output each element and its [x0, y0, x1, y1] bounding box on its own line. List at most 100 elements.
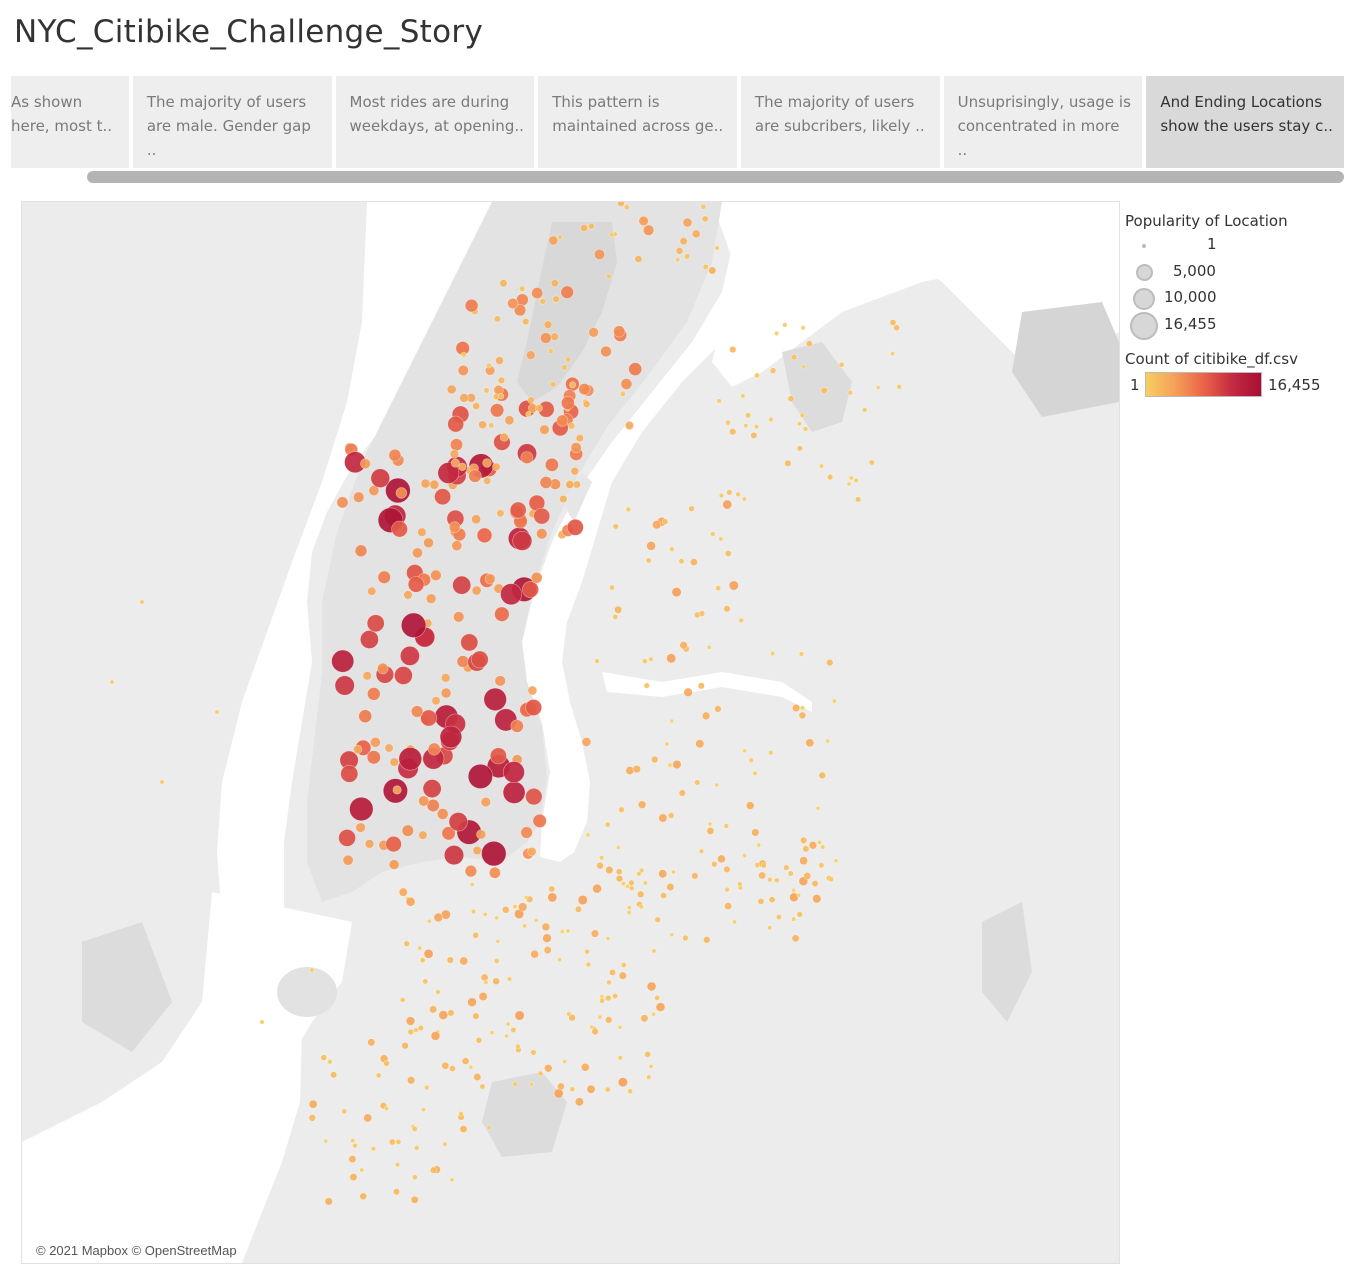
- station-marker[interactable]: [549, 381, 557, 388]
- station-marker[interactable]: [407, 576, 425, 593]
- station-marker[interactable]: [645, 557, 652, 564]
- station-marker[interactable]: [489, 1030, 495, 1036]
- station-marker[interactable]: [412, 1174, 418, 1181]
- station-marker[interactable]: [331, 649, 355, 673]
- station-marker[interactable]: [548, 235, 559, 246]
- station-marker[interactable]: [767, 925, 773, 931]
- station-marker[interactable]: [643, 682, 650, 689]
- station-marker[interactable]: [675, 246, 684, 255]
- station-marker[interactable]: [359, 630, 379, 649]
- station-marker[interactable]: [349, 796, 374, 822]
- station-marker[interactable]: [439, 725, 463, 749]
- station-marker[interactable]: [578, 383, 591, 396]
- station-marker[interactable]: [512, 530, 533, 551]
- station-marker[interactable]: [750, 431, 758, 439]
- station-marker[interactable]: [684, 253, 691, 260]
- station-marker[interactable]: [529, 1082, 534, 1087]
- station-marker[interactable]: [701, 215, 709, 223]
- station-marker[interactable]: [425, 593, 437, 604]
- station-marker[interactable]: [710, 531, 716, 537]
- station-marker[interactable]: [398, 887, 408, 897]
- station-marker[interactable]: [889, 319, 897, 326]
- station-marker[interactable]: [803, 872, 812, 880]
- station-marker[interactable]: [525, 411, 532, 418]
- station-marker[interactable]: [570, 467, 579, 476]
- station-marker[interactable]: [450, 438, 463, 452]
- station-marker[interactable]: [702, 263, 709, 270]
- station-marker[interactable]: [707, 821, 713, 827]
- station-marker[interactable]: [504, 415, 515, 426]
- station-marker[interactable]: [324, 1197, 333, 1206]
- station-marker[interactable]: [580, 1062, 590, 1072]
- story-point-3[interactable]: Most rides are during weekdays, at openi…: [335, 76, 535, 168]
- station-marker[interactable]: [604, 821, 611, 828]
- station-marker[interactable]: [826, 659, 834, 667]
- station-marker[interactable]: [421, 1107, 426, 1112]
- station-marker[interactable]: [714, 705, 722, 713]
- station-marker[interactable]: [492, 462, 501, 472]
- station-marker[interactable]: [613, 325, 626, 338]
- station-marker[interactable]: [625, 766, 635, 775]
- station-marker[interactable]: [581, 737, 592, 747]
- station-marker[interactable]: [383, 1105, 389, 1111]
- station-marker[interactable]: [652, 520, 662, 530]
- station-marker[interactable]: [458, 1110, 464, 1117]
- station-marker[interactable]: [518, 902, 528, 912]
- station-marker[interactable]: [308, 1114, 316, 1122]
- station-marker[interactable]: [799, 836, 808, 845]
- station-marker[interactable]: [791, 703, 801, 713]
- station-marker[interactable]: [431, 696, 441, 706]
- station-marker[interactable]: [661, 518, 669, 525]
- station-marker[interactable]: [625, 506, 631, 513]
- station-marker[interactable]: [467, 763, 493, 789]
- station-marker[interactable]: [732, 919, 737, 925]
- station-marker[interactable]: [596, 861, 604, 870]
- station-marker[interactable]: [726, 489, 733, 496]
- station-marker[interactable]: [644, 1051, 651, 1058]
- station-marker[interactable]: [424, 1084, 430, 1091]
- station-marker[interactable]: [353, 744, 363, 755]
- station-marker[interactable]: [700, 203, 707, 210]
- station-marker[interactable]: [593, 248, 605, 260]
- station-marker[interactable]: [790, 354, 798, 361]
- story-navigator[interactable]: As shown here, most t.. The majority of …: [11, 76, 1345, 168]
- station-marker[interactable]: [395, 1139, 402, 1145]
- station-marker[interactable]: [580, 224, 588, 232]
- map-view[interactable]: © 2021 Mapbox © OpenStreetMap: [21, 201, 1120, 1264]
- station-marker[interactable]: [561, 364, 568, 371]
- station-marker[interactable]: [725, 419, 731, 426]
- station-marker[interactable]: [449, 449, 460, 459]
- station-marker[interactable]: [623, 204, 630, 210]
- station-marker[interactable]: [604, 994, 612, 1002]
- station-marker[interactable]: [615, 868, 623, 876]
- station-marker[interactable]: [436, 808, 449, 820]
- station-marker[interactable]: [831, 698, 837, 704]
- station-marker[interactable]: [812, 894, 822, 904]
- station-marker[interactable]: [476, 829, 487, 840]
- station-marker[interactable]: [420, 478, 431, 489]
- station-marker[interactable]: [377, 662, 389, 675]
- station-marker[interactable]: [362, 671, 372, 681]
- station-marker[interactable]: [711, 860, 718, 868]
- station-marker[interactable]: [360, 458, 371, 470]
- station-marker[interactable]: [742, 853, 748, 858]
- station-marker[interactable]: [723, 605, 731, 613]
- station-marker[interactable]: [495, 939, 501, 944]
- station-marker[interactable]: [464, 298, 479, 313]
- station-marker[interactable]: [536, 528, 548, 540]
- station-marker[interactable]: [446, 384, 457, 395]
- station-marker[interactable]: [486, 1125, 492, 1130]
- station-marker[interactable]: [499, 279, 508, 288]
- station-marker[interactable]: [430, 569, 442, 581]
- station-marker[interactable]: [556, 414, 569, 427]
- station-marker[interactable]: [526, 350, 536, 360]
- station-marker[interactable]: [448, 812, 468, 832]
- station-marker[interactable]: [489, 747, 507, 765]
- station-marker[interactable]: [567, 422, 576, 430]
- station-marker[interactable]: [716, 398, 722, 404]
- station-marker[interactable]: [394, 1162, 401, 1168]
- story-point-7[interactable]: And Ending Locations show the users stay…: [1146, 76, 1345, 168]
- station-marker[interactable]: [784, 459, 792, 467]
- station-marker[interactable]: [525, 699, 543, 716]
- station-marker[interactable]: [348, 1155, 357, 1164]
